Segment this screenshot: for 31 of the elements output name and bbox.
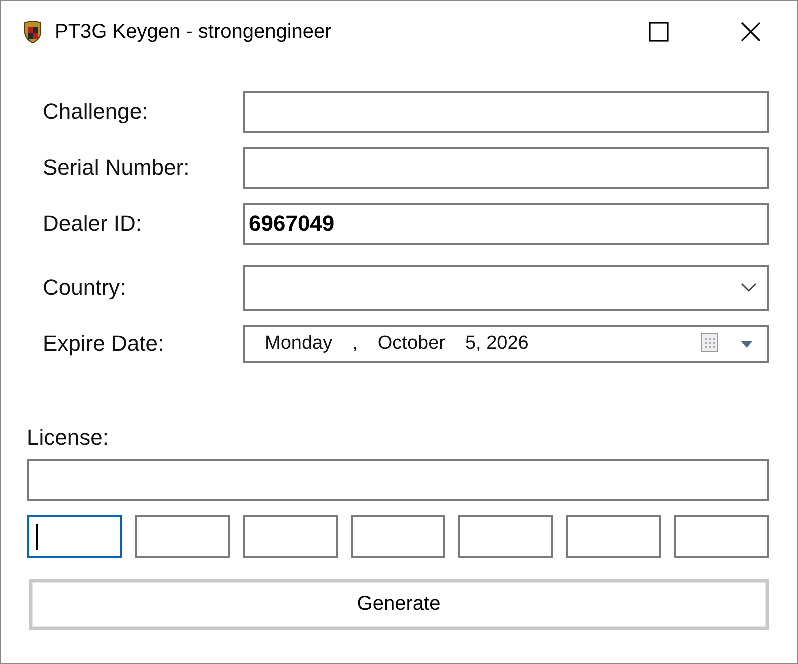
- key-segment-field[interactable]: [27, 515, 122, 558]
- date-part: 5, 2026: [465, 333, 529, 355]
- window-title: PT3G Keygen - strongengineer: [55, 20, 332, 44]
- field-label: Serial Number:: [43, 155, 191, 181]
- chevron-down-icon: [741, 283, 757, 293]
- date-part: Monday: [265, 333, 333, 355]
- key-segment-field[interactable]: [566, 515, 662, 558]
- calendar-icon: [701, 333, 721, 355]
- close-icon: [741, 22, 761, 42]
- date-part: ,: [352, 333, 358, 355]
- field-label: Country:: [43, 275, 128, 301]
- date-part: October: [378, 333, 446, 355]
- maximize-icon: [649, 22, 669, 42]
- field-label: Dealer ID:: [43, 211, 144, 237]
- key-segment-field[interactable]: [134, 515, 230, 558]
- country-dropdown[interactable]: [243, 265, 769, 311]
- license-label: License:: [27, 425, 110, 451]
- field-label: Expire Date:: [43, 331, 166, 357]
- crest-icon: [23, 20, 43, 44]
- input-field[interactable]: [243, 147, 769, 189]
- field-label: Challenge:: [43, 99, 150, 125]
- key-segment-field[interactable]: [458, 515, 554, 558]
- date-picker[interactable]: Monday , October 5, 2026: [243, 325, 769, 363]
- dropdown-arrow-icon: [741, 340, 753, 348]
- key-segment-field[interactable]: [242, 515, 338, 558]
- generate-button[interactable]: Generate: [29, 579, 769, 630]
- key-segment-field[interactable]: [674, 515, 770, 558]
- input-field[interactable]: 6967049: [243, 203, 769, 245]
- license-field[interactable]: [27, 459, 769, 501]
- input-field[interactable]: [243, 91, 769, 133]
- key-segment-field[interactable]: [350, 515, 446, 558]
